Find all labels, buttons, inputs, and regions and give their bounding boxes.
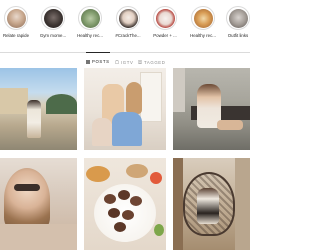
tab-label: POSTS bbox=[92, 59, 110, 64]
highlight-item[interactable]: Gym mome... bbox=[38, 6, 68, 38]
profile-tabs: POSTS IGTV TAGGED bbox=[0, 52, 250, 66]
highlight-label: Powder + ... bbox=[153, 33, 177, 38]
post-family-photo[interactable] bbox=[84, 68, 166, 150]
tab-igtv[interactable]: IGTV bbox=[115, 53, 133, 66]
post-grid bbox=[0, 68, 250, 250]
highlight-label: #CrackThe... bbox=[115, 33, 141, 38]
story-highlight-icon bbox=[6, 8, 26, 28]
highlight-label: Outfit links bbox=[227, 33, 249, 38]
highlight-label: Healthy rec... bbox=[77, 33, 103, 38]
story-highlight-icon bbox=[155, 8, 175, 28]
highlight-label: Relate rapide bbox=[2, 33, 30, 38]
highlight-item[interactable]: Powder + ... bbox=[150, 6, 180, 38]
post-street-outfit[interactable] bbox=[0, 68, 77, 150]
tab-label: IGTV bbox=[121, 59, 134, 65]
highlight-item[interactable]: Relate rapide bbox=[1, 6, 31, 38]
post-hanging-chair[interactable] bbox=[173, 158, 250, 250]
story-highlight-icon bbox=[118, 8, 138, 28]
tab-tagged[interactable]: TAGGED bbox=[138, 53, 165, 66]
story-highlight-icon bbox=[80, 8, 100, 28]
highlight-item[interactable]: Outfit links bbox=[223, 6, 253, 38]
story-highlight-icon bbox=[228, 8, 248, 28]
tab-label: TAGGED bbox=[144, 59, 166, 65]
highlight-label: Healthy rec... bbox=[190, 33, 216, 38]
post-bench-pose[interactable] bbox=[173, 68, 250, 150]
story-highlight-icon bbox=[193, 8, 213, 28]
highlight-item[interactable]: Healthy rec... bbox=[75, 6, 105, 38]
story-highlight-icon bbox=[43, 8, 63, 28]
igtv-icon bbox=[115, 60, 119, 64]
highlight-item[interactable]: #CrackThe... bbox=[113, 6, 143, 38]
post-selfie-glasses[interactable] bbox=[0, 158, 77, 250]
tagged-icon bbox=[138, 60, 142, 64]
highlight-item[interactable]: Healthy rec... bbox=[188, 6, 218, 38]
grid-icon bbox=[86, 59, 90, 64]
story-highlights: Relate rapide Gym mome... Healthy rec...… bbox=[0, 0, 250, 44]
tab-posts[interactable]: POSTS bbox=[86, 52, 110, 65]
post-food-plate[interactable] bbox=[84, 158, 166, 250]
highlight-label: Gym mome... bbox=[39, 33, 67, 38]
